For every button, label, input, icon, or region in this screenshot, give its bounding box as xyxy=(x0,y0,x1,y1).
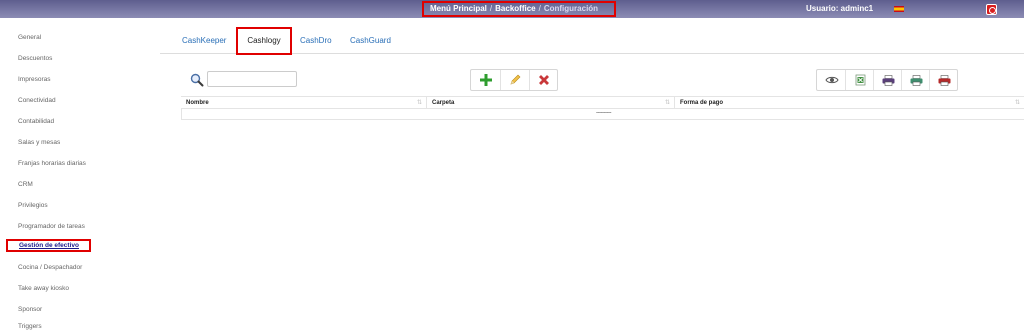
user-label: Usuario: adminc1 xyxy=(806,4,874,13)
edit-icon xyxy=(510,74,521,85)
column-header-carpeta[interactable]: Carpeta ⇅ xyxy=(427,97,675,109)
sidebar-item-contabilidad[interactable]: Contabilidad xyxy=(18,118,54,125)
print-preview-button[interactable] xyxy=(901,70,930,90)
breadcrumb-menu-principal[interactable]: Menú Principal xyxy=(430,4,487,13)
tab-cashdro[interactable]: CashDro xyxy=(300,36,332,45)
print-icon xyxy=(882,74,894,86)
breadcrumb-separator: / xyxy=(489,4,493,13)
sidebar-item-descuentos[interactable]: Descuentos xyxy=(18,55,52,62)
power-icon[interactable] xyxy=(986,4,997,15)
column-label: Carpeta xyxy=(432,100,455,106)
search-input[interactable] xyxy=(207,71,297,87)
column-label: Nombre xyxy=(186,100,209,106)
table-body: ---------- xyxy=(181,109,1024,120)
empty-table-placeholder: ---------- xyxy=(596,110,611,116)
sidebar-item-privilegios[interactable]: Privilegios xyxy=(18,202,48,209)
table-header: Nombre ⇅ Carpeta ⇅ Forma de pago ⇅ xyxy=(181,96,1024,109)
pdf-export-button[interactable] xyxy=(929,70,958,90)
delete-button[interactable] xyxy=(529,70,558,90)
sidebar: General Descuentos Impresoras Conectivid… xyxy=(0,18,160,331)
breadcrumb-backoffice[interactable]: Backoffice xyxy=(495,4,535,13)
tab-cashlogy[interactable]: Cashlogy xyxy=(236,27,292,55)
sidebar-item-gestion-de-efectivo[interactable]: Gestión de efectivo xyxy=(6,239,91,252)
column-label: Forma de pago xyxy=(680,100,724,106)
excel-export-button[interactable] xyxy=(845,70,874,90)
print-button[interactable] xyxy=(873,70,902,90)
sidebar-item-take-away-kiosko[interactable]: Take away kiosko xyxy=(18,285,69,292)
data-table: Nombre ⇅ Carpeta ⇅ Forma de pago ⇅ -----… xyxy=(181,96,1024,120)
sidebar-item-sponsor[interactable]: Sponsor xyxy=(18,306,42,313)
sidebar-item-crm[interactable]: CRM xyxy=(18,181,33,188)
column-header-forma-de-pago[interactable]: Forma de pago ⇅ xyxy=(675,97,1024,109)
edit-button[interactable] xyxy=(500,70,529,90)
record-actions-group xyxy=(470,69,558,91)
spain-flag-icon[interactable] xyxy=(894,6,904,12)
sidebar-item-conectividad[interactable]: Conectividad xyxy=(18,97,56,104)
breadcrumb: Menú Principal / Backoffice / Configuración xyxy=(422,1,616,17)
sidebar-item-triggers[interactable]: Triggers xyxy=(18,323,42,330)
add-button[interactable] xyxy=(471,70,500,90)
tab-bar: CashKeeper Cashlogy CashDro CashGuard xyxy=(160,18,1024,55)
sort-icon[interactable]: ⇅ xyxy=(1015,99,1020,106)
sidebar-item-impresoras[interactable]: Impresoras xyxy=(18,76,51,83)
column-header-nombre[interactable]: Nombre ⇅ xyxy=(181,97,427,109)
sort-icon[interactable]: ⇅ xyxy=(665,99,670,106)
delete-icon xyxy=(539,75,549,85)
breadcrumb-configuracion[interactable]: Configuración xyxy=(544,4,598,13)
sidebar-item-cocina-despachador[interactable]: Cocina / Despachador xyxy=(18,264,82,271)
view-icon xyxy=(824,76,839,84)
sort-icon[interactable]: ⇅ xyxy=(417,99,422,106)
excel-export-icon xyxy=(855,74,865,86)
print-preview-icon xyxy=(910,74,922,86)
search-icon[interactable] xyxy=(190,73,204,87)
add-icon xyxy=(479,74,492,86)
tab-cashkeeper[interactable]: CashKeeper xyxy=(182,36,226,45)
breadcrumb-separator: / xyxy=(538,4,541,13)
top-bar: Menú Principal / Backoffice / Configuración … xyxy=(0,0,1024,18)
export-actions-group xyxy=(816,69,958,91)
sidebar-item-general[interactable]: General xyxy=(18,34,41,41)
sidebar-item-salas-y-mesas[interactable]: Salas y mesas xyxy=(18,139,60,146)
sidebar-item-programador-de-tareas[interactable]: Programador de tareas xyxy=(18,223,85,230)
pdf-export-icon xyxy=(938,74,950,86)
view-button[interactable] xyxy=(817,70,846,90)
tab-cashguard[interactable]: CashGuard xyxy=(350,36,391,45)
sidebar-item-franjas-horarias[interactable]: Franjas horarias diarias xyxy=(18,160,86,167)
